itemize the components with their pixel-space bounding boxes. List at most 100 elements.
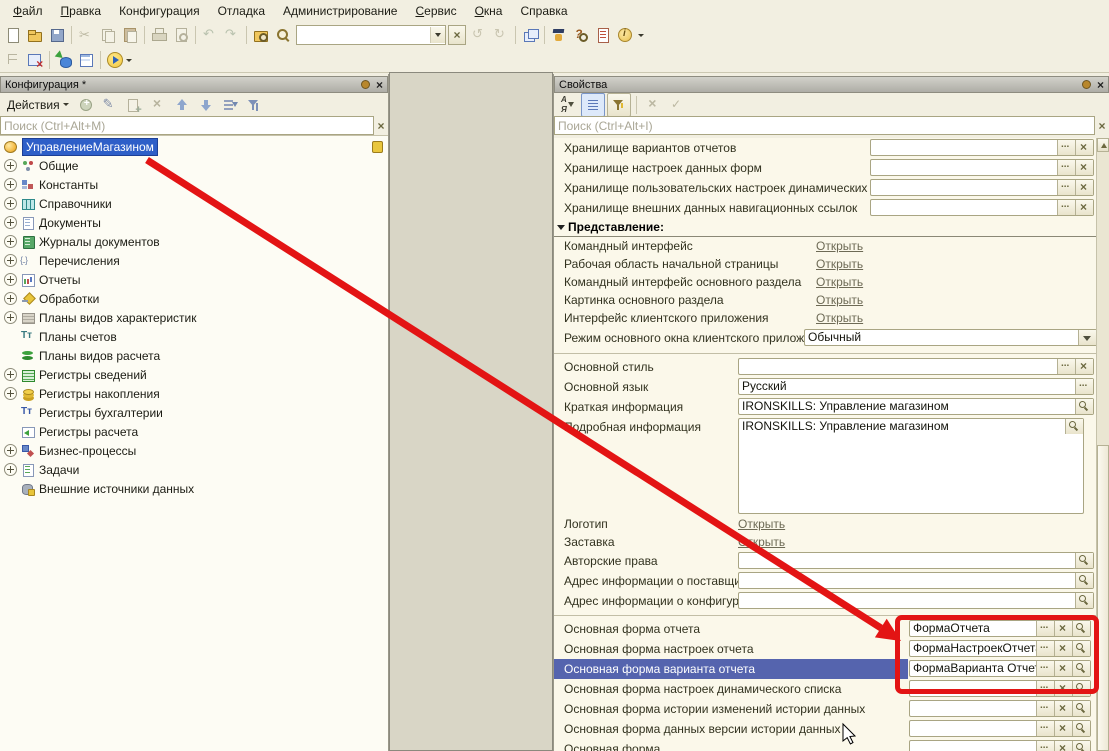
open-link[interactable]: Открыть	[738, 517, 785, 531]
magnifier-button[interactable]	[1075, 399, 1093, 414]
property-value-field[interactable]	[738, 552, 1094, 569]
property-category[interactable]: Представление:	[554, 218, 1096, 237]
property-value-field[interactable]	[870, 139, 1094, 156]
expand-icon[interactable]	[4, 178, 17, 191]
add-button[interactable]	[75, 94, 97, 116]
redo-button[interactable]	[221, 24, 243, 46]
expand-icon[interactable]	[4, 444, 17, 457]
search-combobox-input[interactable]	[297, 28, 430, 42]
expand-icon[interactable]	[4, 235, 17, 248]
open-link[interactable]: Открыть	[738, 535, 785, 549]
property-value-field[interactable]	[870, 179, 1094, 196]
expand-icon[interactable]	[4, 368, 17, 381]
open-link[interactable]: Открыть	[816, 311, 863, 325]
clear-button[interactable]	[1075, 180, 1093, 195]
tree-item[interactable]: Справочники	[0, 194, 388, 213]
ellipsis-button[interactable]	[1036, 661, 1054, 676]
tree-item[interactable]: Обработки	[0, 289, 388, 308]
tree-item[interactable]: Планы видов расчета	[0, 346, 388, 365]
tree-item[interactable]: Константы	[0, 175, 388, 194]
save-button[interactable]	[46, 24, 68, 46]
properties-search-input[interactable]	[554, 116, 1095, 135]
tree-item[interactable]: Отчеты	[0, 270, 388, 289]
paste-button[interactable]	[119, 24, 141, 46]
configuration-tree-button[interactable]	[2, 49, 24, 71]
clear-search-icon[interactable]: ×	[1095, 116, 1109, 135]
ellipsis-button[interactable]	[1036, 681, 1054, 696]
pin-icon[interactable]	[361, 80, 370, 89]
magnifier-button[interactable]	[1072, 661, 1090, 676]
property-value-field[interactable]: ФормаОтчета	[909, 620, 1091, 637]
expand-icon[interactable]	[4, 463, 17, 476]
sort-alphabetical-button[interactable]	[557, 94, 579, 116]
ellipsis-button[interactable]	[1036, 621, 1054, 636]
magnifier-button[interactable]	[1075, 573, 1093, 588]
toolbar-overflow-icon[interactable]	[638, 34, 644, 37]
property-value-field[interactable]	[909, 680, 1091, 697]
print-button[interactable]	[148, 24, 170, 46]
clear-button[interactable]	[1054, 621, 1072, 636]
tree-item[interactable]: Задачи	[0, 460, 388, 479]
expand-icon[interactable]	[4, 273, 17, 286]
undo-button[interactable]	[199, 24, 221, 46]
properties-scrollbar[interactable]	[1096, 138, 1109, 751]
ellipsis-button[interactable]	[1057, 200, 1075, 215]
clear-button[interactable]	[1075, 359, 1093, 374]
open-button[interactable]	[24, 24, 46, 46]
update-database-config-button[interactable]	[53, 49, 75, 71]
tree-item[interactable]: Регистры бухгалтерии	[0, 403, 388, 422]
open-link[interactable]: Открыть	[816, 239, 863, 253]
new-document-button[interactable]	[2, 24, 24, 46]
menu-tools[interactable]: Сервис	[406, 2, 465, 20]
print-preview-button[interactable]	[170, 24, 192, 46]
clear-button[interactable]	[1054, 741, 1072, 751]
start-debugging-button[interactable]	[104, 49, 126, 71]
magnifier-button[interactable]	[1075, 593, 1093, 608]
clear-button[interactable]	[1054, 681, 1072, 696]
zoom-button[interactable]	[272, 24, 294, 46]
magnifier-button[interactable]	[1072, 621, 1090, 636]
property-value-field[interactable]: ФормаВарианта Отчета	[909, 660, 1091, 677]
property-value-field[interactable]: ФормаНастроекОтчета	[909, 640, 1091, 657]
clear-button[interactable]	[1054, 661, 1072, 676]
go-back-button[interactable]	[468, 24, 490, 46]
clear-button[interactable]	[1075, 160, 1093, 175]
expand-icon[interactable]	[4, 159, 17, 172]
ellipsis-button[interactable]	[1036, 701, 1054, 716]
actions-menu-button[interactable]: Действия	[3, 96, 73, 114]
expand-icon[interactable]	[4, 387, 17, 400]
property-value-field[interactable]	[870, 199, 1094, 216]
property-value-field[interactable]: Русский	[738, 378, 1094, 395]
property-value-field[interactable]	[909, 740, 1091, 751]
magnifier-button[interactable]	[1072, 701, 1090, 716]
clear-button[interactable]	[1054, 641, 1072, 656]
property-multiline-field[interactable]: IRONSKILLS: Управление магазином	[738, 418, 1084, 514]
property-dropdown[interactable]: Обычный	[804, 329, 1096, 346]
tree-item[interactable]: Внешние источники данных	[0, 479, 388, 498]
clear-button[interactable]	[1075, 200, 1093, 215]
pin-icon[interactable]	[1082, 80, 1091, 89]
tree-item[interactable]: Планы видов характеристик	[0, 308, 388, 327]
tree-item[interactable]: Перечисления	[0, 251, 388, 270]
ellipsis-button[interactable]	[1075, 379, 1093, 394]
expand-icon[interactable]	[4, 292, 17, 305]
search-combobox[interactable]	[296, 25, 446, 45]
ellipsis-button[interactable]	[1036, 641, 1054, 656]
close-icon[interactable]: ×	[376, 80, 383, 90]
delete-button[interactable]	[147, 94, 169, 116]
tree-item[interactable]: Бизнес-процессы	[0, 441, 388, 460]
properties-filter-button[interactable]	[607, 93, 631, 117]
scroll-up-button[interactable]	[1097, 138, 1109, 152]
move-down-button[interactable]	[195, 94, 217, 116]
run-options-icon[interactable]	[126, 59, 132, 62]
ellipsis-button[interactable]	[1057, 180, 1075, 195]
configuration-search-input[interactable]	[0, 116, 374, 135]
cancel-edit-button[interactable]	[642, 94, 664, 116]
about-button[interactable]	[614, 24, 636, 46]
clear-button[interactable]	[1054, 721, 1072, 736]
go-forward-button[interactable]	[490, 24, 512, 46]
property-value-field[interactable]	[738, 358, 1094, 375]
clear-search-icon[interactable]: ×	[374, 116, 388, 135]
clear-button[interactable]	[1054, 701, 1072, 716]
menu-debug[interactable]: Отладка	[209, 2, 274, 20]
